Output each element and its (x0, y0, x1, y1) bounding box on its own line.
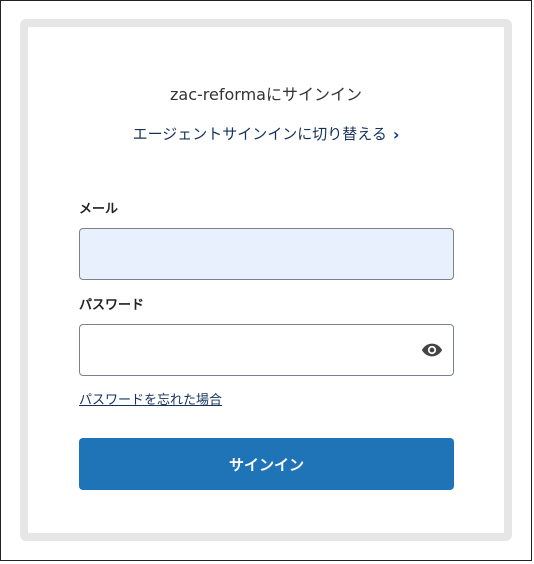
email-field[interactable] (79, 228, 454, 280)
page-title: zac-reformaにサインイン (170, 85, 362, 104)
switch-to-agent-link[interactable]: エージェントサインインに切り替える › (28, 124, 504, 145)
forgot-password-link[interactable]: パスワードを忘れた場合 (79, 393, 222, 409)
switch-link-label: エージェントサインインに切り替える (132, 125, 387, 143)
eye-icon[interactable] (421, 341, 443, 359)
sign-in-button[interactable]: サインイン (79, 438, 454, 490)
email-label: メール (79, 202, 119, 217)
login-card: zac-reformaにサインイン エージェントサインインに切り替える › メール… (20, 19, 512, 541)
window-frame: zac-reformaにサインイン エージェントサインインに切り替える › メール… (0, 0, 532, 561)
password-label: パスワード (79, 298, 145, 313)
password-field[interactable] (79, 324, 454, 376)
chevron-right-icon: › (392, 125, 400, 144)
